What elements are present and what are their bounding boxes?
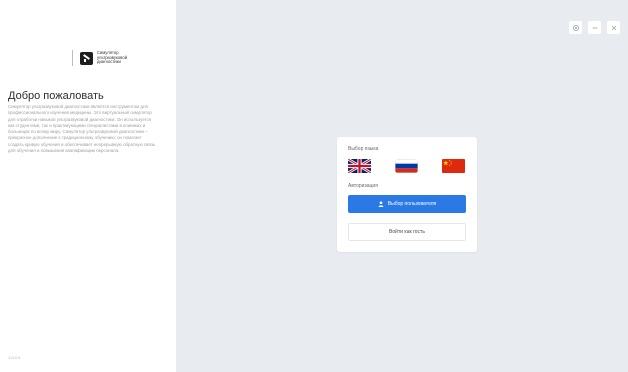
login-area: Выбор языка Авторизация Выбор пользовате…	[176, 0, 628, 372]
gear-icon	[572, 24, 579, 31]
probe-logo-icon	[80, 51, 93, 65]
welcome-title: Добро пожаловать	[8, 90, 104, 102]
window-controls	[569, 21, 620, 34]
uk-flag-icon	[348, 159, 371, 173]
user-icon	[378, 201, 384, 207]
logo: Симулятор ультразвуковой диагностики	[72, 48, 137, 68]
version-label: 1.0.0.0	[8, 355, 21, 360]
logo-text: Симулятор ультразвуковой диагностики	[97, 49, 128, 65]
china-flag-icon	[442, 159, 465, 173]
logo-divider	[72, 50, 73, 66]
settings-button[interactable]	[569, 21, 582, 34]
select-user-button[interactable]: Выбор пользователя	[348, 195, 466, 213]
welcome-text: Симулятор ультразвуковой диагностики явл…	[8, 104, 156, 154]
app-window: Симулятор ультразвуковой диагностики Доб…	[0, 0, 628, 372]
language-label: Выбор языка	[348, 146, 379, 152]
minimize-icon	[592, 27, 597, 28]
auth-label: Авторизация	[348, 183, 378, 189]
select-user-label: Выбор пользователя	[387, 201, 437, 207]
close-button[interactable]	[607, 21, 620, 34]
close-icon	[611, 25, 616, 30]
language-ru-button[interactable]	[395, 159, 418, 173]
language-en-button[interactable]	[348, 159, 371, 173]
language-zh-button[interactable]	[442, 159, 465, 173]
info-panel: Симулятор ультразвуковой диагностики Доб…	[0, 0, 176, 372]
russia-flag-icon	[395, 159, 418, 173]
guest-login-label: Войти как гость	[389, 229, 425, 235]
guest-login-button[interactable]: Войти как гость	[348, 223, 466, 241]
login-card: Выбор языка Авторизация Выбор пользовате…	[337, 137, 477, 252]
minimize-button[interactable]	[588, 21, 601, 34]
